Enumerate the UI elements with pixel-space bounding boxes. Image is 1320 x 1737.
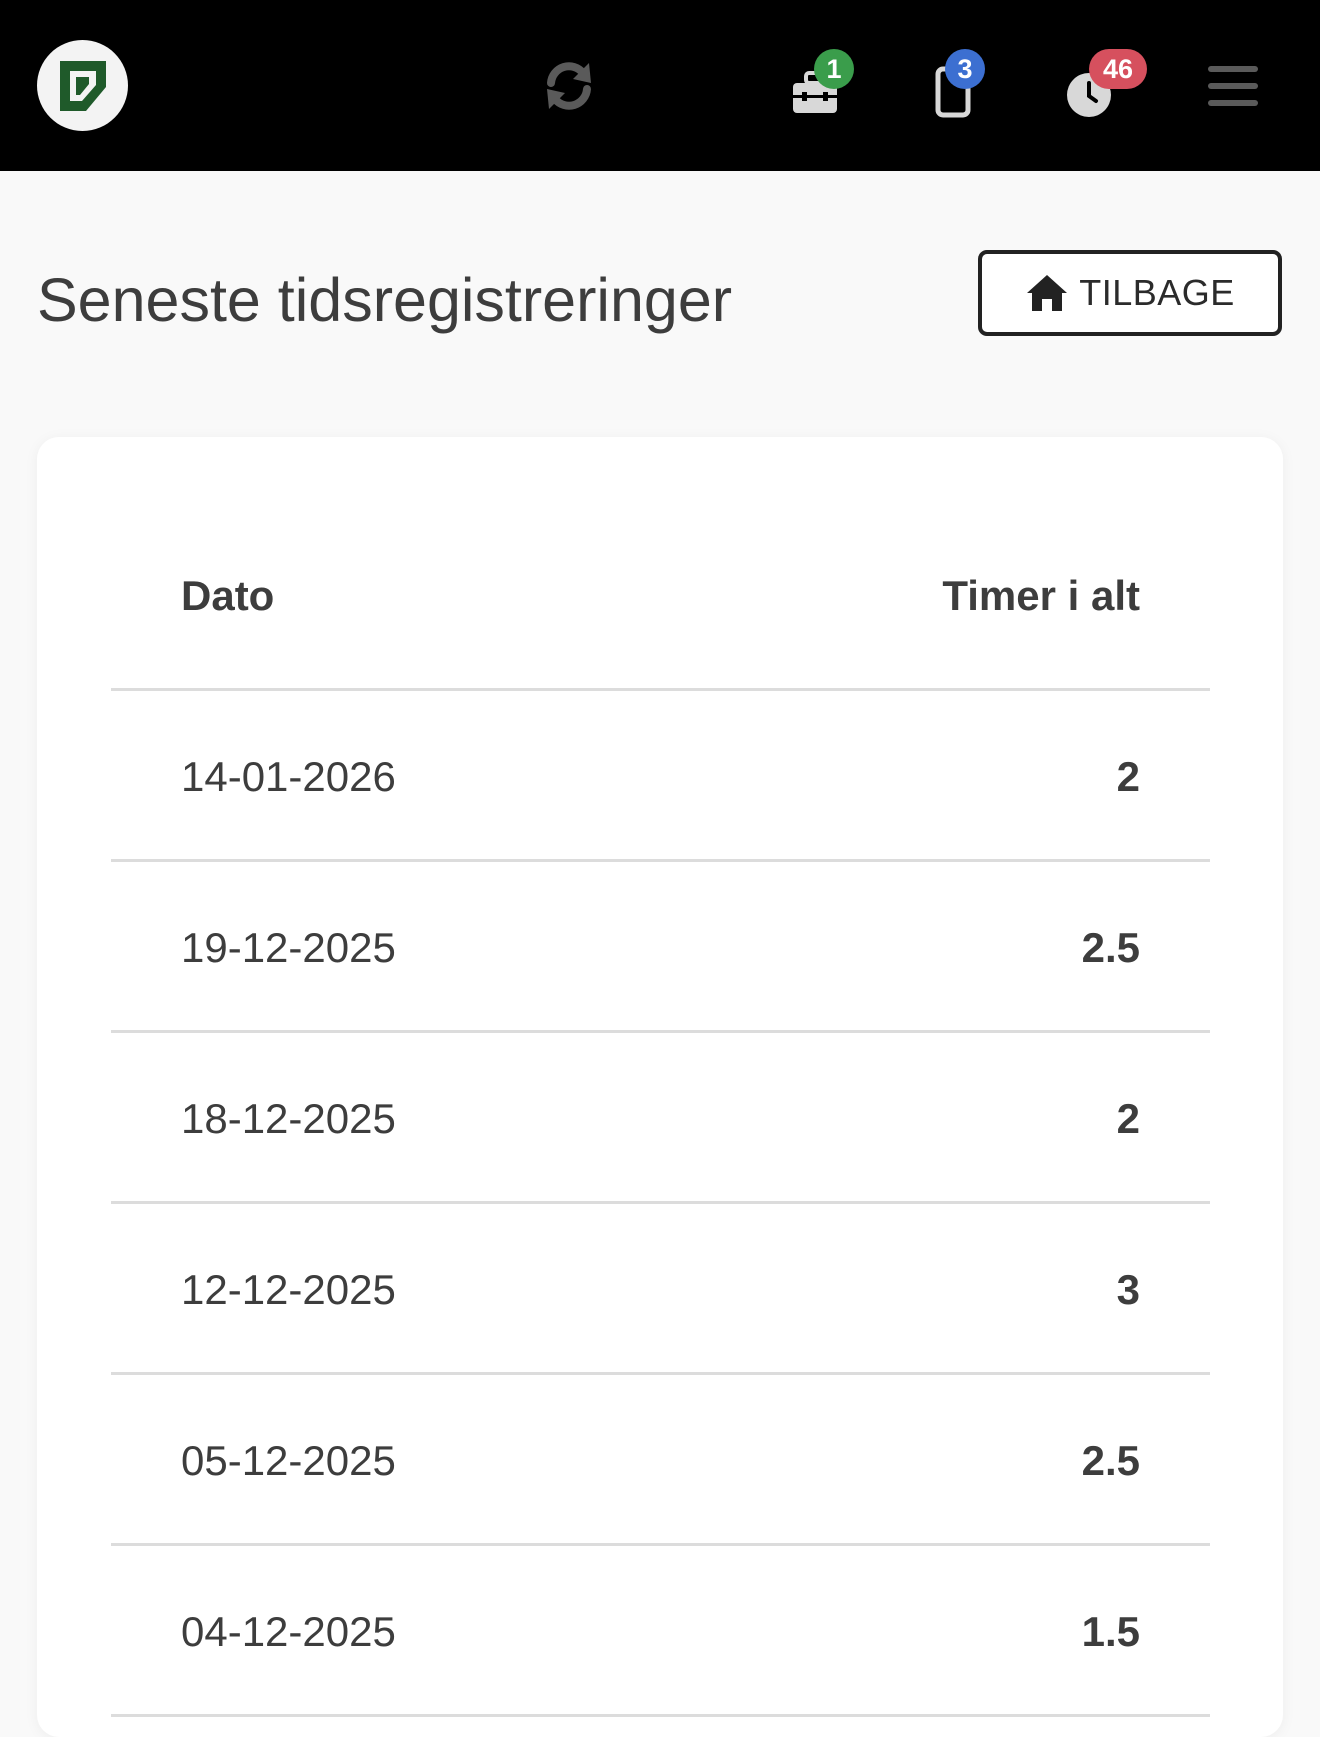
back-button[interactable]: TILBAGE	[978, 250, 1282, 336]
row-hours: 2	[1116, 753, 1140, 800]
tablet-badge: 3	[945, 49, 985, 89]
row-date: 18-12-2025	[181, 1095, 396, 1142]
time-registrations-table: Dato Timer i alt 14-01-2026 2 19-12-2025…	[111, 522, 1210, 1717]
table-row[interactable]: 19-12-2025 2.5	[111, 862, 1210, 1033]
time-registrations-card: Dato Timer i alt 14-01-2026 2 19-12-2025…	[37, 437, 1283, 1737]
column-header-hours[interactable]: Timer i alt	[942, 572, 1140, 620]
clock-badge: 46	[1089, 49, 1147, 89]
row-date: 19-12-2025	[181, 924, 396, 971]
row-date: 04-12-2025	[181, 1608, 396, 1655]
row-hours: 3	[1116, 1266, 1140, 1313]
row-date: 12-12-2025	[181, 1266, 396, 1313]
table-row[interactable]: 14-01-2026 2	[111, 691, 1210, 862]
row-date: 14-01-2026	[181, 753, 396, 800]
table-header: Dato Timer i alt	[111, 522, 1210, 691]
table-row[interactable]: 05-12-2025 2.5	[111, 1375, 1210, 1546]
row-hours: 2.5	[1081, 1437, 1140, 1484]
app-logo[interactable]	[37, 40, 128, 131]
table-row[interactable]: 18-12-2025 2	[111, 1033, 1210, 1204]
back-button-label: TILBAGE	[1079, 272, 1235, 313]
column-header-date[interactable]: Dato	[181, 572, 274, 620]
refresh-icon[interactable]	[538, 57, 600, 115]
toolbox-badge: 1	[814, 49, 854, 89]
logo-mark-icon	[59, 60, 106, 111]
page-title: Seneste tidsregistreringer	[37, 266, 733, 334]
row-hours: 1.5	[1081, 1608, 1140, 1655]
row-hours: 2	[1116, 1095, 1140, 1142]
table-row[interactable]: 12-12-2025 3	[111, 1204, 1210, 1375]
home-icon	[1027, 275, 1068, 311]
hamburger-menu-icon[interactable]	[1207, 62, 1259, 110]
row-date: 05-12-2025	[181, 1437, 396, 1484]
top-navigation-bar: 1 3 46	[0, 0, 1320, 171]
table-row[interactable]: 04-12-2025 1.5	[111, 1546, 1210, 1717]
row-hours: 2.5	[1081, 924, 1140, 971]
